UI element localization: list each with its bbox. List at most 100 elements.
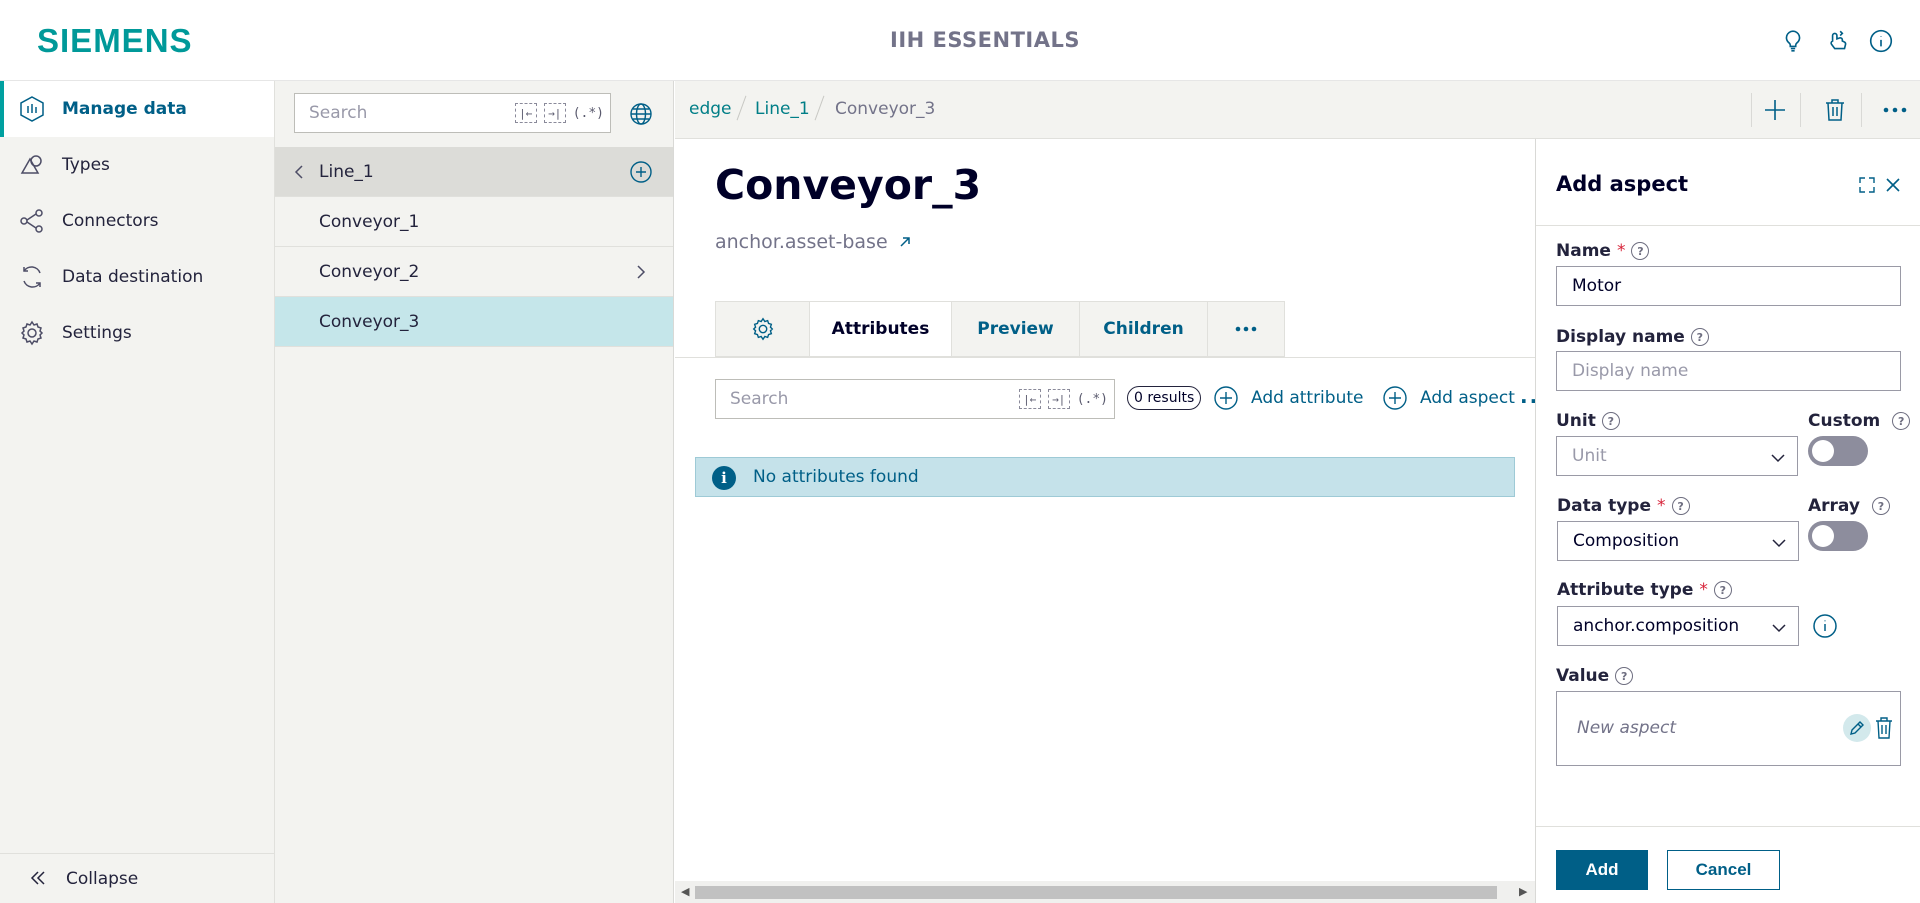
- more-options-icon[interactable]: [1880, 95, 1910, 125]
- tab-attributes[interactable]: Attributes: [810, 302, 952, 356]
- nav-label: Data destination: [62, 267, 204, 287]
- close-icon[interactable]: [1883, 175, 1903, 195]
- asset-type-label[interactable]: anchor.asset-base: [715, 231, 888, 253]
- nav-item-types[interactable]: Types: [0, 137, 274, 193]
- data-type-select-value: Composition: [1573, 531, 1680, 551]
- tab-more[interactable]: [1208, 302, 1284, 356]
- chevron-down-icon: [1771, 454, 1785, 463]
- required-marker: *: [1657, 496, 1666, 516]
- breadcrumb-item[interactable]: Line_1: [755, 99, 810, 119]
- attribute-search-input[interactable]: [716, 389, 976, 409]
- more-actions-icon[interactable]: ··: [1520, 389, 1535, 413]
- required-marker: *: [1616, 241, 1626, 261]
- page-title: Conveyor_3: [715, 161, 982, 209]
- info-icon[interactable]: [1866, 26, 1896, 56]
- cancel-button[interactable]: Cancel: [1667, 850, 1780, 890]
- add-aspect-button[interactable]: Add aspect: [1382, 383, 1515, 413]
- value-field[interactable]: New aspect: [1556, 691, 1901, 766]
- help-icon[interactable]: ?: [1601, 412, 1620, 430]
- edit-icon[interactable]: [1843, 714, 1871, 742]
- add-attribute-button[interactable]: Add attribute: [1213, 383, 1363, 413]
- unit-label: Unit?: [1556, 411, 1620, 431]
- help-icon[interactable]: ?: [1690, 328, 1709, 346]
- lightbulb-icon[interactable]: [1778, 26, 1808, 56]
- help-icon[interactable]: ?: [1631, 242, 1650, 260]
- help-icon[interactable]: ?: [1671, 497, 1690, 515]
- add-aspect-label: Add aspect: [1420, 388, 1515, 408]
- toolbar-divider: [1800, 93, 1801, 127]
- delete-icon[interactable]: [1820, 95, 1850, 125]
- nav-label: Settings: [62, 323, 132, 343]
- tree-parent-row[interactable]: Line_1: [275, 147, 673, 197]
- horizontal-scrollbar[interactable]: ◀ ▶: [675, 881, 1535, 903]
- toolbar-divider: [1751, 93, 1752, 127]
- add-button[interactable]: Add: [1556, 850, 1648, 890]
- tree-search-input[interactable]: [295, 103, 495, 123]
- nav-item-manage-data[interactable]: Manage data: [0, 81, 274, 137]
- delete-icon[interactable]: [1873, 716, 1895, 740]
- custom-toggle[interactable]: [1808, 436, 1868, 466]
- match-start-icon[interactable]: |←: [514, 103, 537, 123]
- display-name-label: Display name?: [1556, 327, 1709, 347]
- regex-toggle[interactable]: (.*): [1077, 392, 1108, 407]
- regex-toggle[interactable]: (.*): [573, 106, 604, 121]
- add-circle-icon: [1383, 386, 1407, 410]
- panel-header-divider: [1536, 225, 1920, 226]
- value-label: Value?: [1556, 666, 1634, 686]
- gear-icon: [752, 317, 773, 341]
- nav-item-settings[interactable]: Settings: [0, 305, 274, 361]
- tree-search-box: |← →| (.*): [294, 93, 611, 133]
- globe-icon[interactable]: [628, 101, 654, 127]
- nav-item-connectors[interactable]: Connectors: [0, 193, 274, 249]
- tab-preview[interactable]: Preview: [952, 302, 1080, 356]
- add-icon[interactable]: [1760, 95, 1790, 125]
- scroll-left-icon[interactable]: ◀: [681, 885, 689, 898]
- help-icon[interactable]: ?: [1615, 667, 1634, 685]
- chevron-right-icon[interactable]: [631, 262, 651, 282]
- double-chevron-left-icon: [30, 871, 45, 885]
- scroll-right-icon[interactable]: ▶: [1519, 885, 1527, 898]
- help-icon[interactable]: ?: [1892, 412, 1911, 430]
- tree-parent-label: Line_1: [319, 161, 374, 182]
- chevron-left-icon[interactable]: [289, 162, 309, 182]
- scrollbar-thumb[interactable]: [695, 886, 1497, 899]
- array-label: Array?: [1808, 496, 1890, 516]
- tab-children[interactable]: Children: [1080, 302, 1208, 356]
- panel-footer-divider: [1536, 826, 1920, 827]
- nav-label: Connectors: [62, 211, 159, 231]
- user-support-icon[interactable]: [1823, 26, 1853, 56]
- expand-icon[interactable]: [1857, 175, 1877, 195]
- tree-item[interactable]: Conveyor_2: [275, 247, 673, 297]
- tab-settings[interactable]: [716, 302, 810, 356]
- data-type-label: Data type *?: [1557, 496, 1690, 516]
- info-icon[interactable]: [1812, 613, 1838, 639]
- required-marker: *: [1699, 580, 1708, 600]
- tree-item[interactable]: Conveyor_3: [275, 297, 673, 347]
- display-name-label-text: Display name: [1556, 327, 1685, 347]
- help-icon[interactable]: ?: [1713, 581, 1732, 599]
- asset-tree-panel: |← →| (.*) Line_1 Conveyor_1 Conveyor_2 …: [275, 81, 674, 903]
- data-type-select[interactable]: Composition: [1557, 521, 1799, 561]
- settings-icon: [20, 320, 44, 346]
- external-link-icon[interactable]: [898, 235, 912, 249]
- match-start-icon[interactable]: |←: [1018, 389, 1041, 409]
- help-icon[interactable]: ?: [1871, 497, 1890, 515]
- breadcrumb-item[interactable]: edge: [689, 99, 732, 119]
- unit-select-value: Unit: [1572, 446, 1607, 466]
- nav-item-data-destination[interactable]: Data destination: [0, 249, 274, 305]
- results-count-badge: 0 results: [1127, 386, 1202, 410]
- collapse-button[interactable]: Collapse: [0, 853, 274, 903]
- tree-item-label: Conveyor_3: [319, 311, 420, 332]
- match-end-icon[interactable]: →|: [543, 103, 566, 123]
- tree-item[interactable]: Conveyor_1: [275, 197, 673, 247]
- unit-select[interactable]: Unit: [1556, 436, 1798, 476]
- name-field[interactable]: Motor: [1556, 266, 1901, 306]
- attribute-type-select[interactable]: anchor.composition: [1557, 606, 1799, 646]
- add-attribute-label: Add attribute: [1251, 388, 1364, 408]
- add-child-icon[interactable]: [629, 160, 653, 184]
- asset-type: anchor.asset-base: [715, 231, 912, 253]
- match-end-icon[interactable]: →|: [1047, 389, 1070, 409]
- display-name-field[interactable]: Display name: [1556, 351, 1901, 391]
- tab-divider: [675, 357, 1535, 358]
- array-toggle[interactable]: [1808, 521, 1868, 551]
